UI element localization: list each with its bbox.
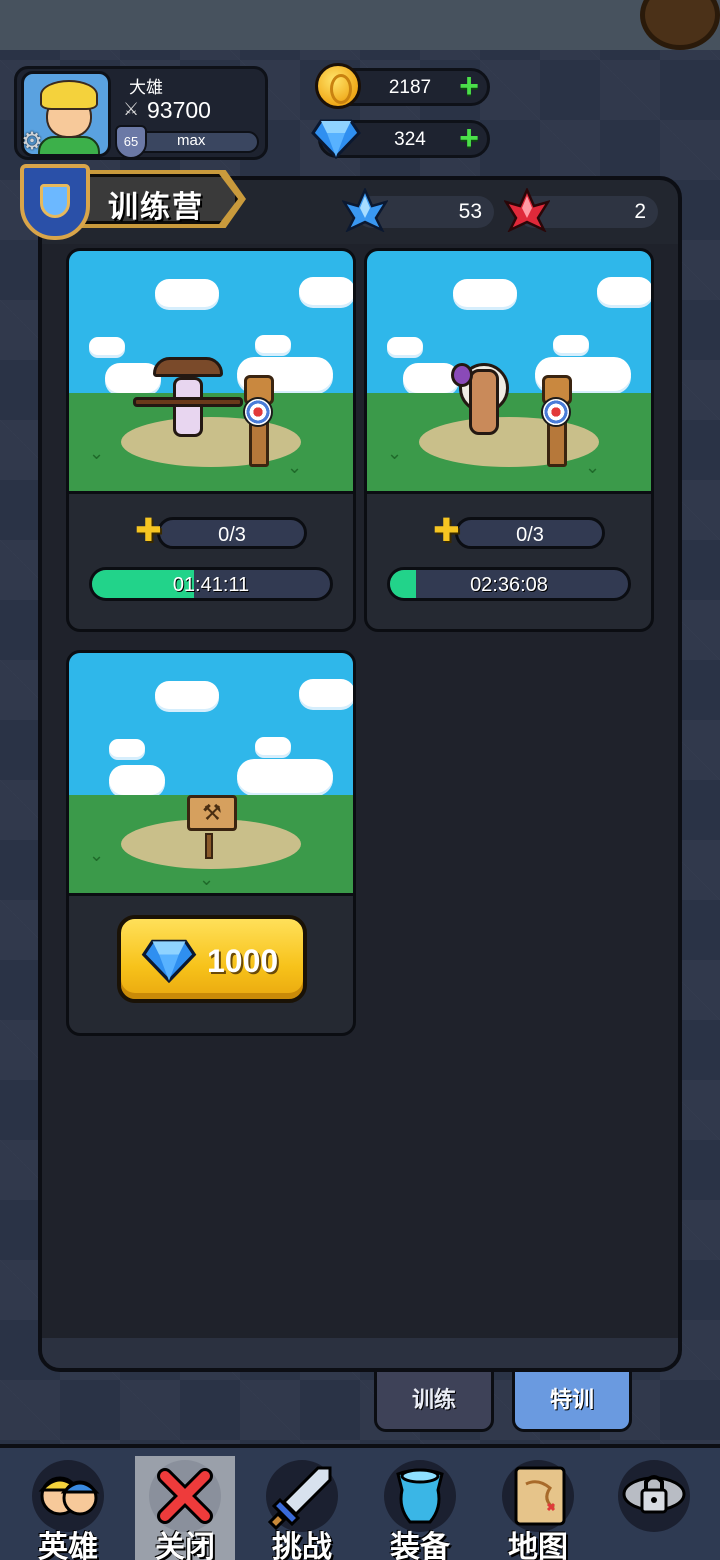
top-background-strip [0,0,720,50]
blue-crystal-value: 53 [458,200,482,223]
divider [367,491,651,494]
fragment-count: 0/3 [516,524,544,546]
cloud [155,681,219,709]
player-name: 大雄 [129,78,163,97]
nav-challenge[interactable]: 挑战 [252,1456,352,1560]
cloud [155,279,219,307]
gold-value: 2187 [388,77,432,98]
tab-special-training[interactable]: 特训 [512,1372,632,1432]
blue-crystal-counter: 53 [342,188,494,232]
shield-emblem-icon [20,164,90,240]
cloud [109,765,165,795]
cloud [255,737,291,755]
cloud [237,759,333,793]
diamond-icon [141,939,197,983]
divider [69,893,353,896]
bush-icon: ⌄ [89,845,105,865]
bottom-navigation: 英雄 关闭 挑战 装备 地图 [0,1444,720,1560]
bush-icon: ⌄ [585,457,601,477]
fragment-count: 0/3 [218,524,246,546]
cloud [255,335,291,353]
hammer-sign-icon: ⚒ [187,795,237,831]
gold-coin-icon [315,63,361,109]
nav-heroes[interactable]: 英雄 [18,1456,118,1560]
hero-hat [153,357,223,377]
signpost [205,833,213,859]
nav-label: 装备 [390,1531,450,1560]
red-crystal-icon [504,188,550,232]
cloud [299,277,353,305]
avatar-hair [40,80,98,110]
cloud [453,279,517,307]
bush-icon: ⌄ [387,443,403,463]
player-profile[interactable]: ⚙ 大雄 ⚔ 93700 65 max [14,66,268,160]
bush-icon: ⌄ [89,443,105,463]
locked-training-slot: ⌄ ⌄ ⚒ 1000 [66,650,356,1036]
crossed-swords-icon: ⚔ [123,99,140,119]
tab-train[interactable]: 训练 [374,1372,494,1432]
cloud [105,363,161,393]
add-gold-button[interactable]: + [453,69,485,103]
bush-icon: ⌄ [199,869,215,889]
target-icon [243,397,273,427]
combat-power: 93700 [147,97,211,123]
level-shield-icon: 65 [115,125,147,159]
gem-value: 324 [394,129,426,150]
bush-icon: ⌄ [287,457,303,477]
add-gems-button[interactable]: + [453,121,485,155]
cloud [89,337,125,355]
divider [69,491,353,494]
timer-text: 01:41:11 [172,574,250,596]
hero-gunner [173,377,203,437]
nav-equipment[interactable]: 装备 [370,1456,470,1560]
puzzle-piece-icon: ✚ [135,512,162,548]
fragment-counter: 0/3 [157,517,307,549]
training-timer-bar: 01:41:11 [89,567,333,601]
gold-counter: 2187 + [315,63,490,109]
training-scene: ⌄ ⌄ ⚒ [69,653,353,893]
training-scene: ⌄ ⌄ [367,251,651,491]
fragment-counter: 0/3 [455,517,605,549]
settings-gear-icon[interactable]: ⚙ [19,129,45,155]
red-crystal-value: 2 [634,200,646,223]
timer-text: 02:36:08 [470,574,548,596]
dirt-patch [419,417,599,467]
target-icon [541,397,571,427]
puzzle-piece-icon: ✚ [433,512,460,548]
nav-locked[interactable] [604,1456,704,1560]
training-slot-2[interactable]: ⌄ ⌄ 0/3 ✚ 02:36:08 [364,248,654,632]
panel-header: 训练营 [20,164,246,240]
shield-core [40,184,70,218]
level-status: max [177,132,206,149]
red-crystal-counter: 2 [504,188,658,232]
nav-label: 关闭 [155,1531,215,1560]
nav-label: 英雄 [38,1531,98,1560]
nav-label: 挑战 [272,1531,332,1560]
training-slot-1[interactable]: ⌄ ⌄ 0/3 ✚ 01:41:11 [66,248,356,632]
dirt-patch [121,417,301,467]
gem-counter: 324 + [311,119,490,159]
rifle [133,397,243,407]
training-scene: ⌄ ⌄ [69,251,353,491]
unlock-price: 1000 [207,943,279,979]
hero-dancer [469,369,499,435]
cloud [597,277,651,305]
decor-shape [640,0,720,50]
cloud [299,679,353,707]
diamond-icon [311,119,361,159]
cloud [387,337,423,355]
nav-map[interactable]: 地图 [488,1456,588,1560]
cloud [553,335,589,353]
avatar-shirt [38,136,100,154]
nav-label: 地图 [508,1531,568,1560]
panel-bottom-strip [42,1338,678,1368]
nav-close[interactable]: 关闭 [135,1456,235,1560]
training-timer-bar: 02:36:08 [387,567,631,601]
lock-icon [618,1460,690,1532]
fan-icon [451,363,473,387]
unlock-slot-button[interactable]: 1000 [117,915,307,1003]
panel-title: 训练营 [108,191,204,224]
blue-crystal-icon [342,188,388,232]
cloud [109,739,145,757]
